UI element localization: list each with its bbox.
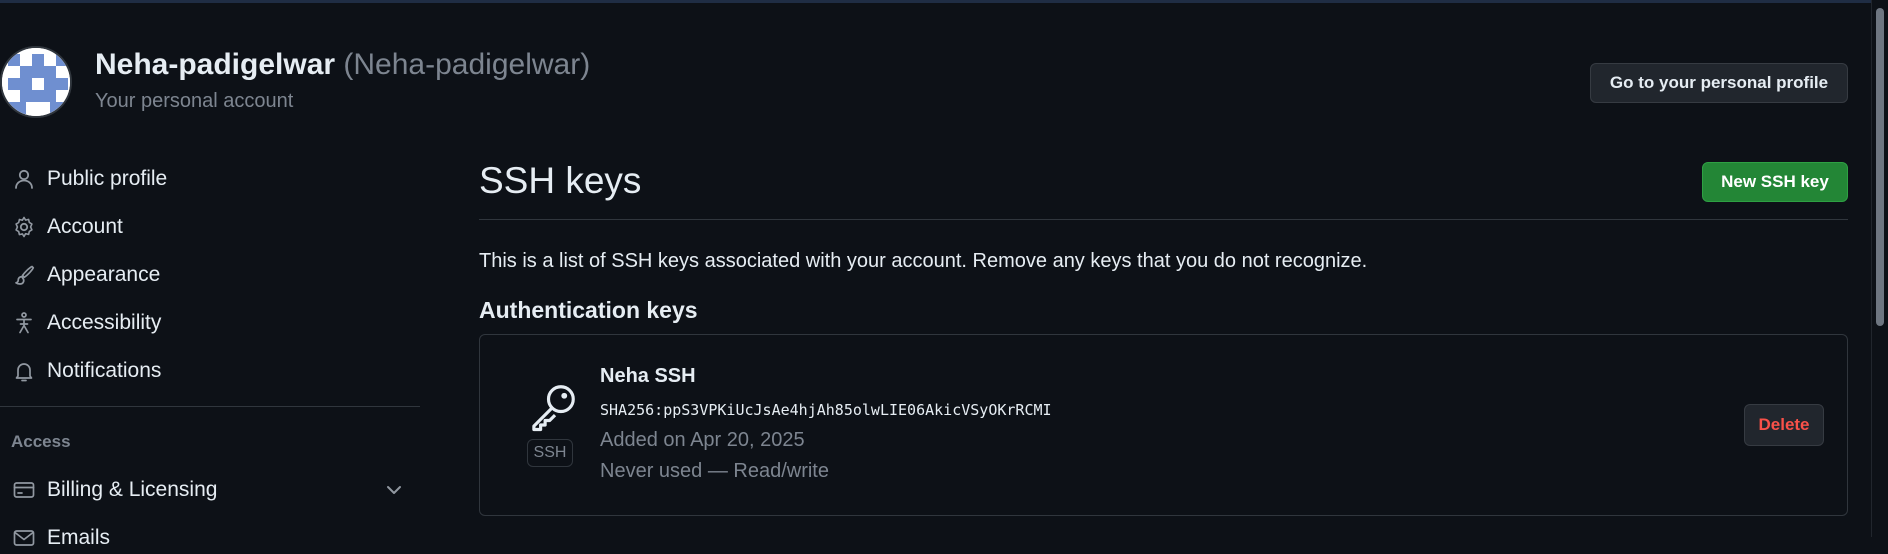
- key-type-badge: SSH: [527, 439, 573, 467]
- key-icon: [532, 385, 575, 432]
- key-added-date: Added on Apr 20, 2025: [600, 429, 805, 451]
- account-display-name: Neha-padigelwar: [95, 48, 336, 81]
- sidebar-item-label: Notifications: [47, 359, 162, 382]
- sidebar-item-public-profile[interactable]: Public profile: [12, 163, 402, 195]
- paintbrush-icon: [15, 265, 35, 285]
- identicon-image: [2, 48, 70, 116]
- mail-icon: [13, 530, 35, 546]
- sidebar-item-label: Billing & Licensing: [47, 478, 218, 501]
- sidebar-item-label: Public profile: [47, 167, 168, 190]
- sidebar-item-notifications[interactable]: Notifications: [12, 355, 402, 387]
- personal-profile-button[interactable]: Go to your personal profile: [1590, 63, 1848, 103]
- sidebar-item-account[interactable]: Account: [12, 211, 402, 243]
- top-border: [0, 0, 1872, 3]
- person-icon: [15, 169, 33, 189]
- gear-icon: [15, 216, 33, 238]
- title-divider: [479, 219, 1848, 220]
- accessibility-icon: [16, 312, 32, 334]
- sidebar-item-label: Account: [47, 215, 123, 238]
- sidebar-item-label: Appearance: [47, 263, 161, 286]
- avatar[interactable]: [0, 46, 72, 118]
- sidebar-item-accessibility[interactable]: Accessibility: [12, 307, 402, 339]
- intro-text: This is a list of SSH keys associated wi…: [479, 250, 1368, 272]
- account-login: (Neha-padigelwar): [343, 48, 591, 81]
- key-title: Neha SSH: [600, 365, 696, 387]
- authentication-keys-heading: Authentication keys: [479, 297, 698, 323]
- sidebar-item-appearance[interactable]: Appearance: [12, 259, 402, 291]
- chevron-down-icon[interactable]: [382, 478, 406, 502]
- page-title: SSH keys: [479, 160, 642, 201]
- sidebar-item-label: Emails: [47, 526, 111, 549]
- sidebar-divider: [0, 406, 420, 407]
- page-scrollbar[interactable]: [1871, 0, 1888, 537]
- key-fingerprint: SHA256:ppS3VPKiUcJsAe4hjAh85olwLIE06Akic…: [600, 401, 1052, 419]
- account-name[interactable]: Neha-padigelwar (Neha-padigelwar): [95, 48, 590, 82]
- ssh-key-item: SSH Neha SSH SHA256:ppS3VPKiUcJsAe4hjAh8…: [479, 334, 1848, 516]
- sidebar-section-access: Access: [11, 432, 71, 451]
- scrollbar-thumb[interactable]: [1876, 8, 1884, 326]
- new-ssh-key-button[interactable]: New SSH key: [1702, 162, 1848, 202]
- delete-key-button[interactable]: Delete: [1744, 404, 1824, 446]
- account-subtitle: Your personal account: [95, 90, 294, 112]
- key-usage-status: Never used — Read/write: [600, 460, 829, 482]
- bell-icon: [15, 363, 33, 382]
- sidebar-item-emails[interactable]: Emails: [12, 522, 402, 554]
- sidebar-item-label: Accessibility: [47, 311, 162, 334]
- sidebar-item-billing[interactable]: Billing & Licensing: [12, 474, 402, 506]
- credit-card-icon: [13, 482, 35, 498]
